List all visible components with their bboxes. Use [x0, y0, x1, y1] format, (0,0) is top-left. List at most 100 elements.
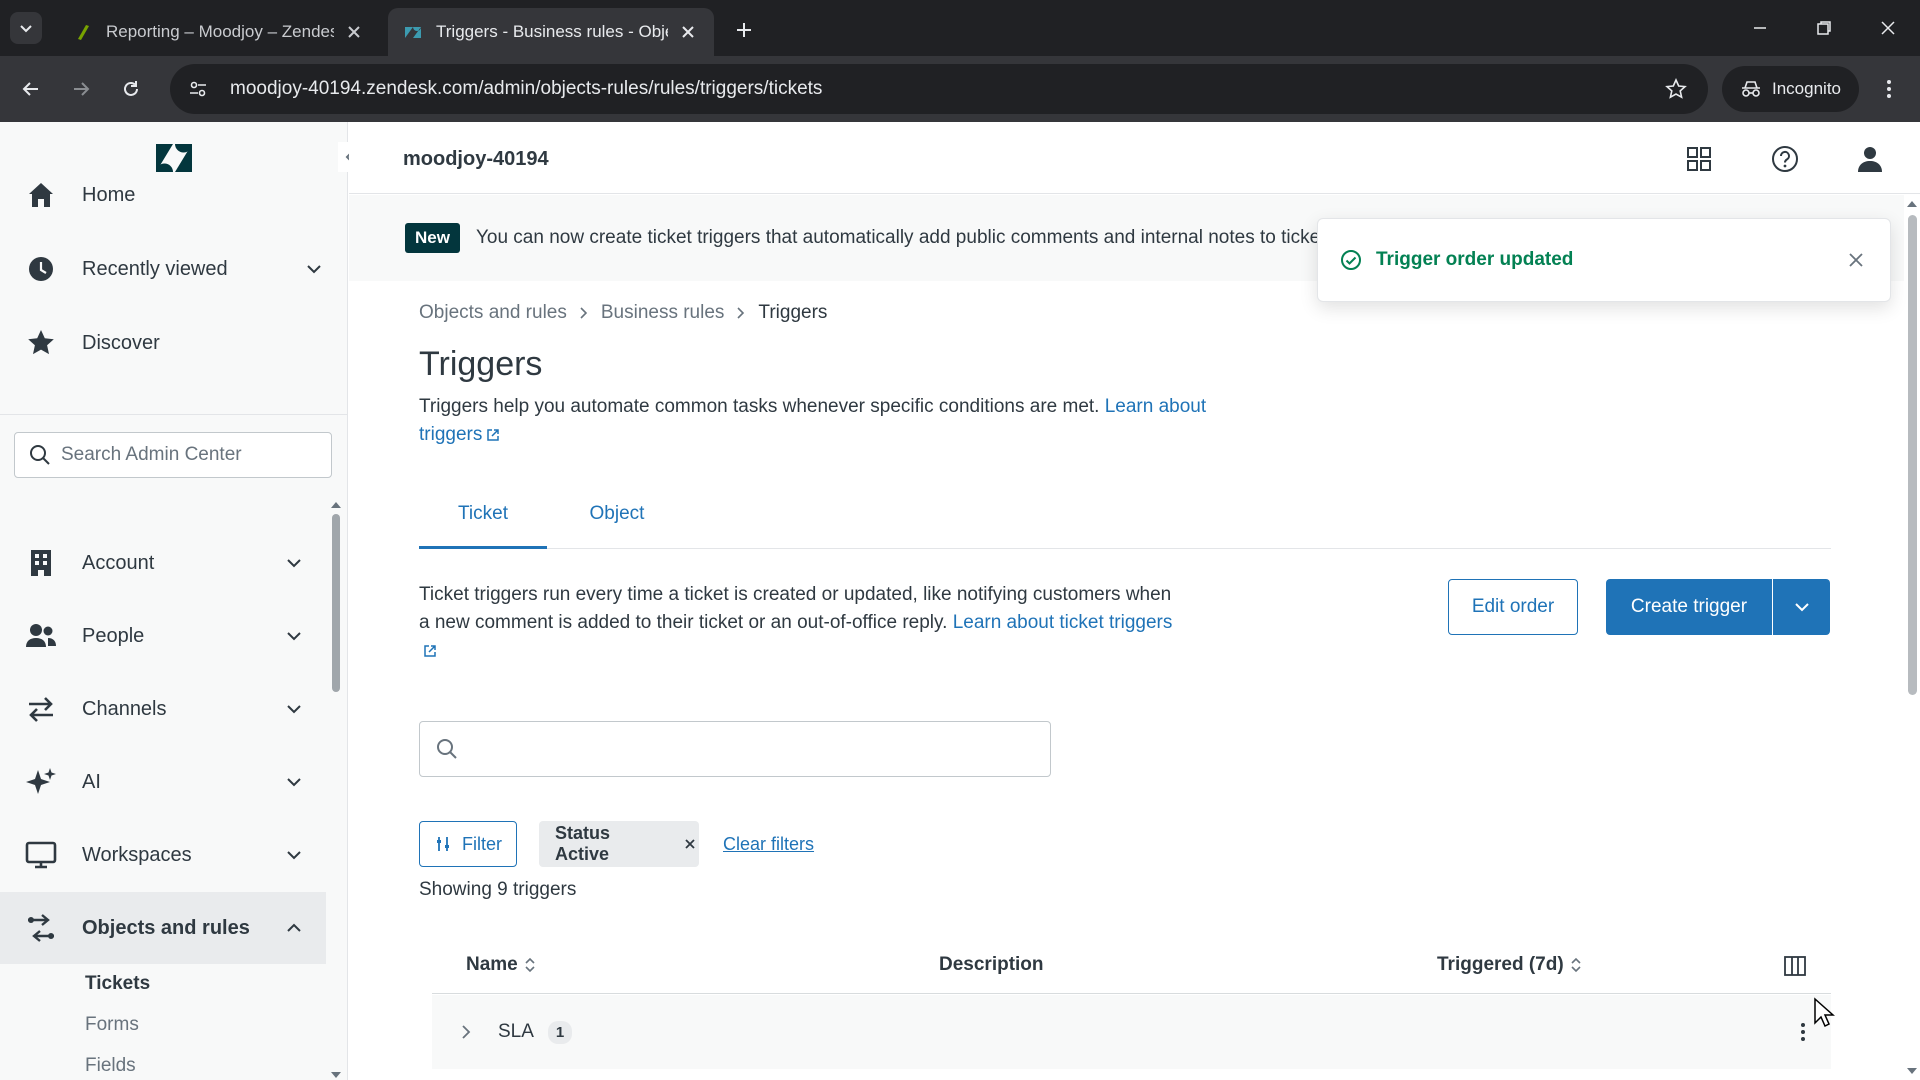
breadcrumb-current: Triggers — [758, 302, 828, 323]
row-actions-icon[interactable] — [1791, 1020, 1815, 1044]
forward-button[interactable] — [64, 72, 98, 106]
sidebar-item-people[interactable]: People — [0, 600, 326, 672]
home-icon — [24, 178, 58, 212]
sidebar-item-label: Channels — [82, 697, 167, 720]
scroll-down-arrow-icon[interactable] — [330, 1070, 342, 1080]
sidebar-item-label: Objects and rules — [82, 916, 250, 939]
scroll-up-arrow-icon[interactable] — [330, 500, 342, 510]
trigger-search-field[interactable] — [419, 721, 1051, 777]
user-profile-button[interactable] — [1853, 142, 1887, 176]
sidebar-subitem-fields[interactable]: Fields — [85, 1055, 136, 1077]
tab-ticket[interactable]: Ticket — [419, 495, 547, 549]
reload-button[interactable] — [114, 72, 148, 106]
banner-text: You can now create ticket triggers that … — [475, 227, 1341, 248]
search-icon — [437, 739, 457, 759]
close-tab-icon[interactable] — [678, 22, 698, 42]
help-button[interactable] — [1768, 142, 1802, 176]
chevron-down-icon — [282, 770, 306, 794]
site-info-icon[interactable] — [178, 69, 218, 109]
trigger-search-input[interactable] — [470, 738, 1030, 760]
sparkle-icon — [24, 765, 58, 799]
tab-object[interactable]: Object — [557, 495, 677, 549]
sidebar-item-workspaces[interactable]: Workspaces — [0, 819, 326, 891]
column-label: Description — [939, 954, 1044, 975]
arrow-right-icon — [74, 82, 90, 96]
breadcrumb-item[interactable]: Objects and rules — [419, 302, 567, 324]
filter-button[interactable]: Filter — [419, 821, 517, 867]
chevron-down-icon — [302, 257, 326, 281]
sidebar-item-discover[interactable]: Discover — [0, 307, 326, 379]
new-badge: New — [405, 223, 460, 253]
incognito-label: Incognito — [1772, 79, 1841, 98]
help-icon — [1772, 146, 1798, 172]
url-text[interactable]: moodjoy-40194.zendesk.com/admin/objects-… — [230, 78, 1656, 100]
close-toast-icon[interactable] — [1842, 246, 1870, 274]
objects-rules-icon — [24, 911, 58, 945]
toast-message: Trigger order updated — [1376, 249, 1574, 270]
sidebar-item-label: Account — [82, 551, 155, 574]
browser-tab-triggers[interactable]: Triggers - Business rules - Objects and … — [388, 8, 714, 56]
browser-menu-button[interactable] — [1872, 72, 1906, 106]
close-icon — [1881, 21, 1895, 35]
browser-tab-reporting[interactable]: Reporting – Moodjoy – Zendesk — [58, 8, 380, 56]
grid-icon — [1687, 147, 1711, 171]
column-header-name[interactable]: Name — [466, 954, 536, 976]
restore-window-button[interactable] — [1804, 10, 1844, 46]
remove-filter-icon[interactable] — [681, 835, 699, 853]
product-tray-button[interactable] — [1682, 142, 1716, 176]
admin-search-input[interactable] — [61, 444, 301, 466]
sidebar-scrollbar[interactable] — [330, 500, 342, 1080]
ticket-triggers-description: Ticket triggers run every time a ticket … — [419, 581, 1179, 665]
create-trigger-button[interactable]: Create trigger — [1606, 579, 1772, 635]
org-name: moodjoy-40194 — [403, 148, 549, 170]
page-description-text: Triggers help you automate common tasks … — [419, 396, 1100, 417]
incognito-icon — [1742, 81, 1760, 97]
page-scrollbar-thumb[interactable] — [1908, 215, 1917, 695]
sidebar-subitem-forms[interactable]: Forms — [85, 1014, 139, 1036]
sidebar-item-objects-and-rules[interactable]: Objects and rules — [0, 892, 326, 964]
sidebar-item-label: Workspaces — [82, 843, 192, 866]
chevron-down-icon — [282, 624, 306, 648]
sidebar-item-channels[interactable]: Channels — [0, 673, 326, 745]
scroll-down-arrow-icon[interactable] — [1906, 1066, 1918, 1076]
browser-toolbar: moodjoy-40194.zendesk.com/admin/objects-… — [0, 56, 1920, 122]
sidebar-scrollbar-thumb[interactable] — [332, 514, 340, 692]
expand-row-icon[interactable] — [454, 1020, 478, 1044]
tab-title: Reporting – Moodjoy – Zendesk — [106, 22, 334, 41]
column-header-triggered[interactable]: Triggered (7d) — [1437, 954, 1582, 976]
admin-search-field[interactable] — [14, 432, 332, 478]
column-settings-button[interactable] — [1781, 952, 1809, 980]
plus-icon — [737, 23, 751, 37]
minimize-window-button[interactable] — [1740, 10, 1780, 46]
arrow-left-icon — [22, 82, 38, 96]
clear-filters-link[interactable]: Clear filters — [723, 834, 814, 855]
incognito-indicator[interactable]: Incognito — [1722, 66, 1859, 112]
sidebar-subitem-tickets[interactable]: Tickets — [85, 973, 150, 995]
restore-icon — [1817, 21, 1831, 35]
breadcrumb-item[interactable]: Business rules — [601, 302, 725, 324]
new-tab-button[interactable] — [728, 14, 760, 46]
bookmark-star-icon[interactable] — [1656, 69, 1696, 109]
edit-order-button[interactable]: Edit order — [1448, 579, 1578, 635]
main-content: New You can now create ticket triggers t… — [349, 195, 1904, 1080]
sidebar: Home Recently viewed Discover Account Pe… — [0, 122, 348, 1080]
tab-search-button[interactable] — [10, 12, 42, 44]
scroll-up-arrow-icon[interactable] — [1906, 199, 1918, 209]
address-bar[interactable]: moodjoy-40194.zendesk.com/admin/objects-… — [170, 64, 1708, 114]
close-tab-icon[interactable] — [344, 22, 364, 42]
sidebar-item-recently-viewed[interactable]: Recently viewed — [0, 233, 326, 305]
more-vertical-icon — [1887, 80, 1891, 98]
mouse-cursor-icon — [1814, 997, 1835, 1028]
create-trigger-menu-button[interactable] — [1773, 579, 1830, 635]
reload-icon — [124, 81, 138, 96]
table-row[interactable]: SLA 1 — [432, 995, 1831, 1069]
chevron-right-icon — [737, 307, 745, 319]
back-button[interactable] — [14, 72, 48, 106]
close-window-button[interactable] — [1868, 10, 1908, 46]
sidebar-item-label: AI — [82, 770, 101, 793]
sidebar-item-ai[interactable]: AI — [0, 746, 326, 818]
sidebar-item-account[interactable]: Account — [0, 527, 326, 599]
column-header-description: Description — [939, 954, 1044, 976]
page-scrollbar[interactable] — [1904, 195, 1920, 1080]
sidebar-item-home[interactable]: Home — [0, 159, 326, 231]
